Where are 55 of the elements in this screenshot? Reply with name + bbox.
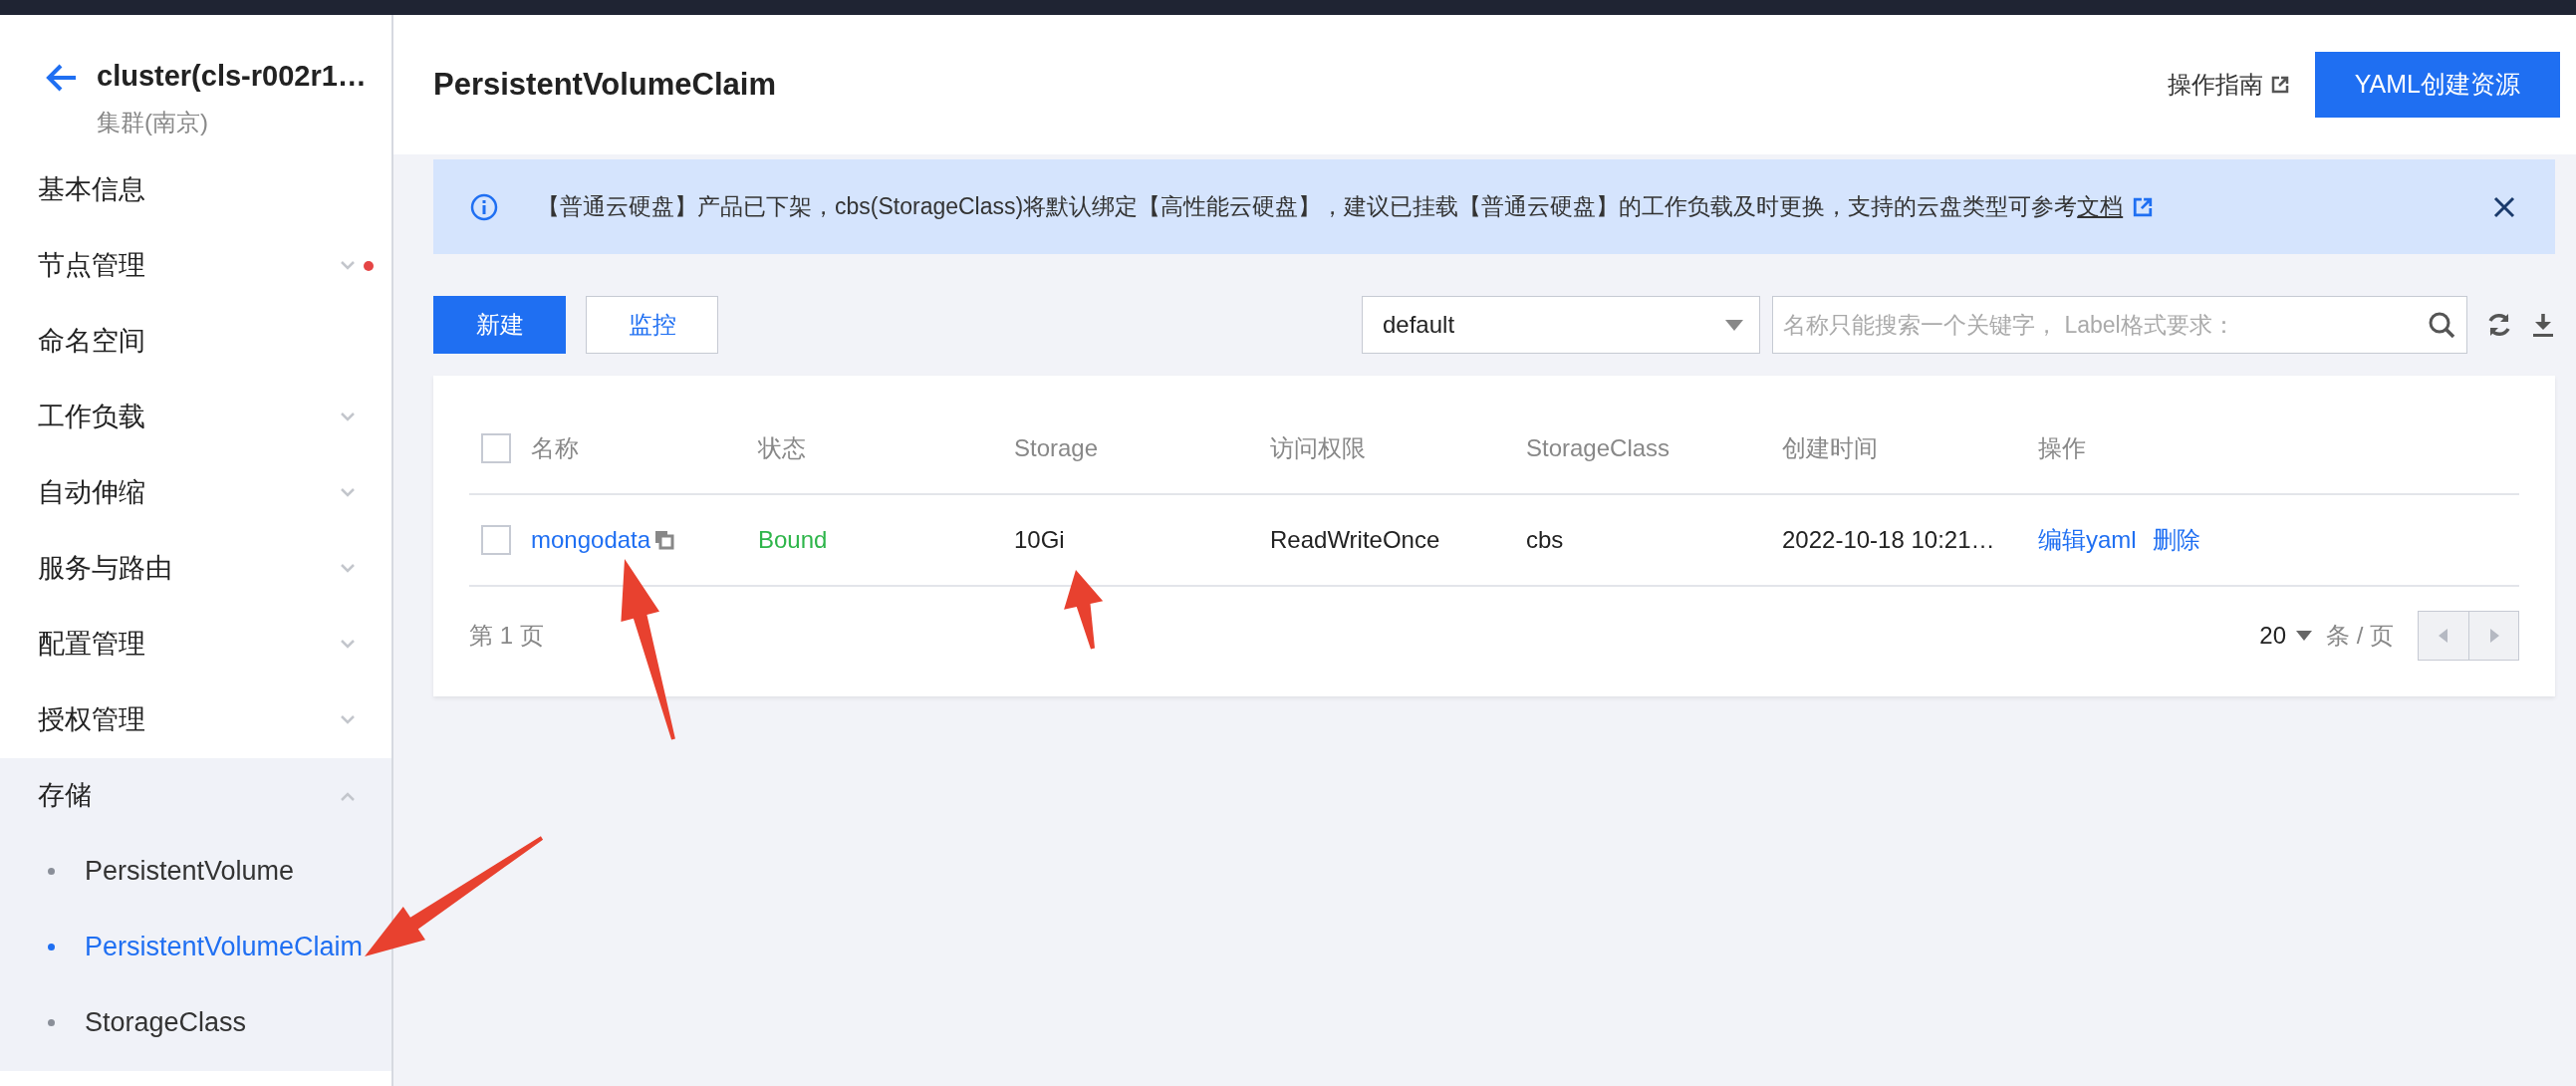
column-header: 操作	[2038, 433, 2086, 463]
cluster-region: 集群(南京)	[97, 107, 209, 137]
docs-link[interactable]: 文档	[2077, 189, 2124, 224]
sidebar-subitem[interactable]: PersistentVolume	[0, 833, 391, 910]
close-icon[interactable]	[2493, 195, 2515, 218]
search-field[interactable]: 名称只能搜索一个关键字， Label格式要求：	[1772, 296, 2467, 354]
column-header: 访问权限	[1270, 433, 1366, 463]
search-icon[interactable]	[2428, 311, 2455, 339]
sidebar-item[interactable]: 命名空间	[0, 303, 391, 380]
sidebar-subitem[interactable]: PersistentVolumeClaim	[0, 909, 391, 985]
action-link[interactable]: 编辑yaml	[2038, 522, 2137, 558]
column-header: Storage	[1014, 433, 1099, 463]
table-cell-text: cbs	[1526, 525, 1564, 555]
left-triangle-icon	[2439, 629, 2448, 643]
row-checkbox[interactable]	[481, 525, 511, 555]
sidebar-item[interactable]: 节点管理	[0, 227, 391, 304]
cluster-title: cluster(cls-r002r1…	[97, 59, 367, 94]
table-cell-text: 2022-10-18 10:21…	[1782, 525, 1995, 555]
sidebar-item[interactable]: 工作负载	[0, 379, 391, 455]
status-text: Bound	[758, 525, 828, 555]
page-indicator: 第 1 页	[469, 621, 544, 651]
page-title: PersistentVolumeClaim	[433, 65, 776, 104]
sidebar-item[interactable]: 配置管理	[0, 606, 391, 682]
caret-icon	[2296, 631, 2312, 641]
name-link[interactable]: mongodata	[531, 522, 651, 558]
monitor-button[interactable]: 监控	[586, 296, 718, 354]
back-arrow-icon[interactable]	[45, 63, 79, 93]
info-icon	[469, 191, 499, 222]
column-header: 创建时间	[1782, 433, 1878, 463]
caret-icon	[1725, 319, 1743, 331]
table-cell-text: 10Gi	[1014, 525, 1065, 555]
guide-link[interactable]: 操作指南	[2167, 67, 2289, 103]
external-link-icon	[2133, 196, 2154, 217]
notice-text: 【普通云硬盘】产品已下架，cbs(StorageClass)将默认绑定【高性能云硬盘】，建议已挂载【普通云硬盘】的工作负载及时更换，支持的云盘类型可参考	[537, 192, 2078, 222]
sidebar-item[interactable]: 基本信息	[0, 151, 391, 228]
table-cell-text: ReadWriteOnce	[1270, 525, 1440, 555]
column-header: 名称	[531, 433, 579, 463]
sidebar-item[interactable]: 自动伸缩	[0, 454, 391, 531]
sidebar-item[interactable]: 存储	[0, 757, 391, 834]
sidebar-item[interactable]: 服务与路由	[0, 530, 391, 607]
action-link[interactable]: 删除	[2152, 522, 2200, 558]
sidebar-subitem[interactable]: StorageClass	[0, 984, 391, 1061]
yaml-create-button[interactable]: YAML创建资源	[2314, 52, 2560, 118]
per-page-label: 条 / 页	[2326, 621, 2394, 651]
select-all-checkbox[interactable]	[481, 433, 511, 463]
create-button[interactable]: 新建	[433, 296, 566, 354]
sidebar-item[interactable]: 授权管理	[0, 681, 391, 758]
right-triangle-icon	[2488, 629, 2499, 643]
page-size-select[interactable]: 20	[2259, 618, 2312, 654]
namespace-select[interactable]: default	[1362, 296, 1760, 354]
download-icon[interactable]	[2531, 312, 2555, 338]
external-link-icon	[2270, 76, 2289, 94]
column-header: 状态	[758, 433, 806, 463]
column-header: StorageClass	[1526, 433, 1671, 463]
copy-icon[interactable]	[654, 530, 675, 550]
